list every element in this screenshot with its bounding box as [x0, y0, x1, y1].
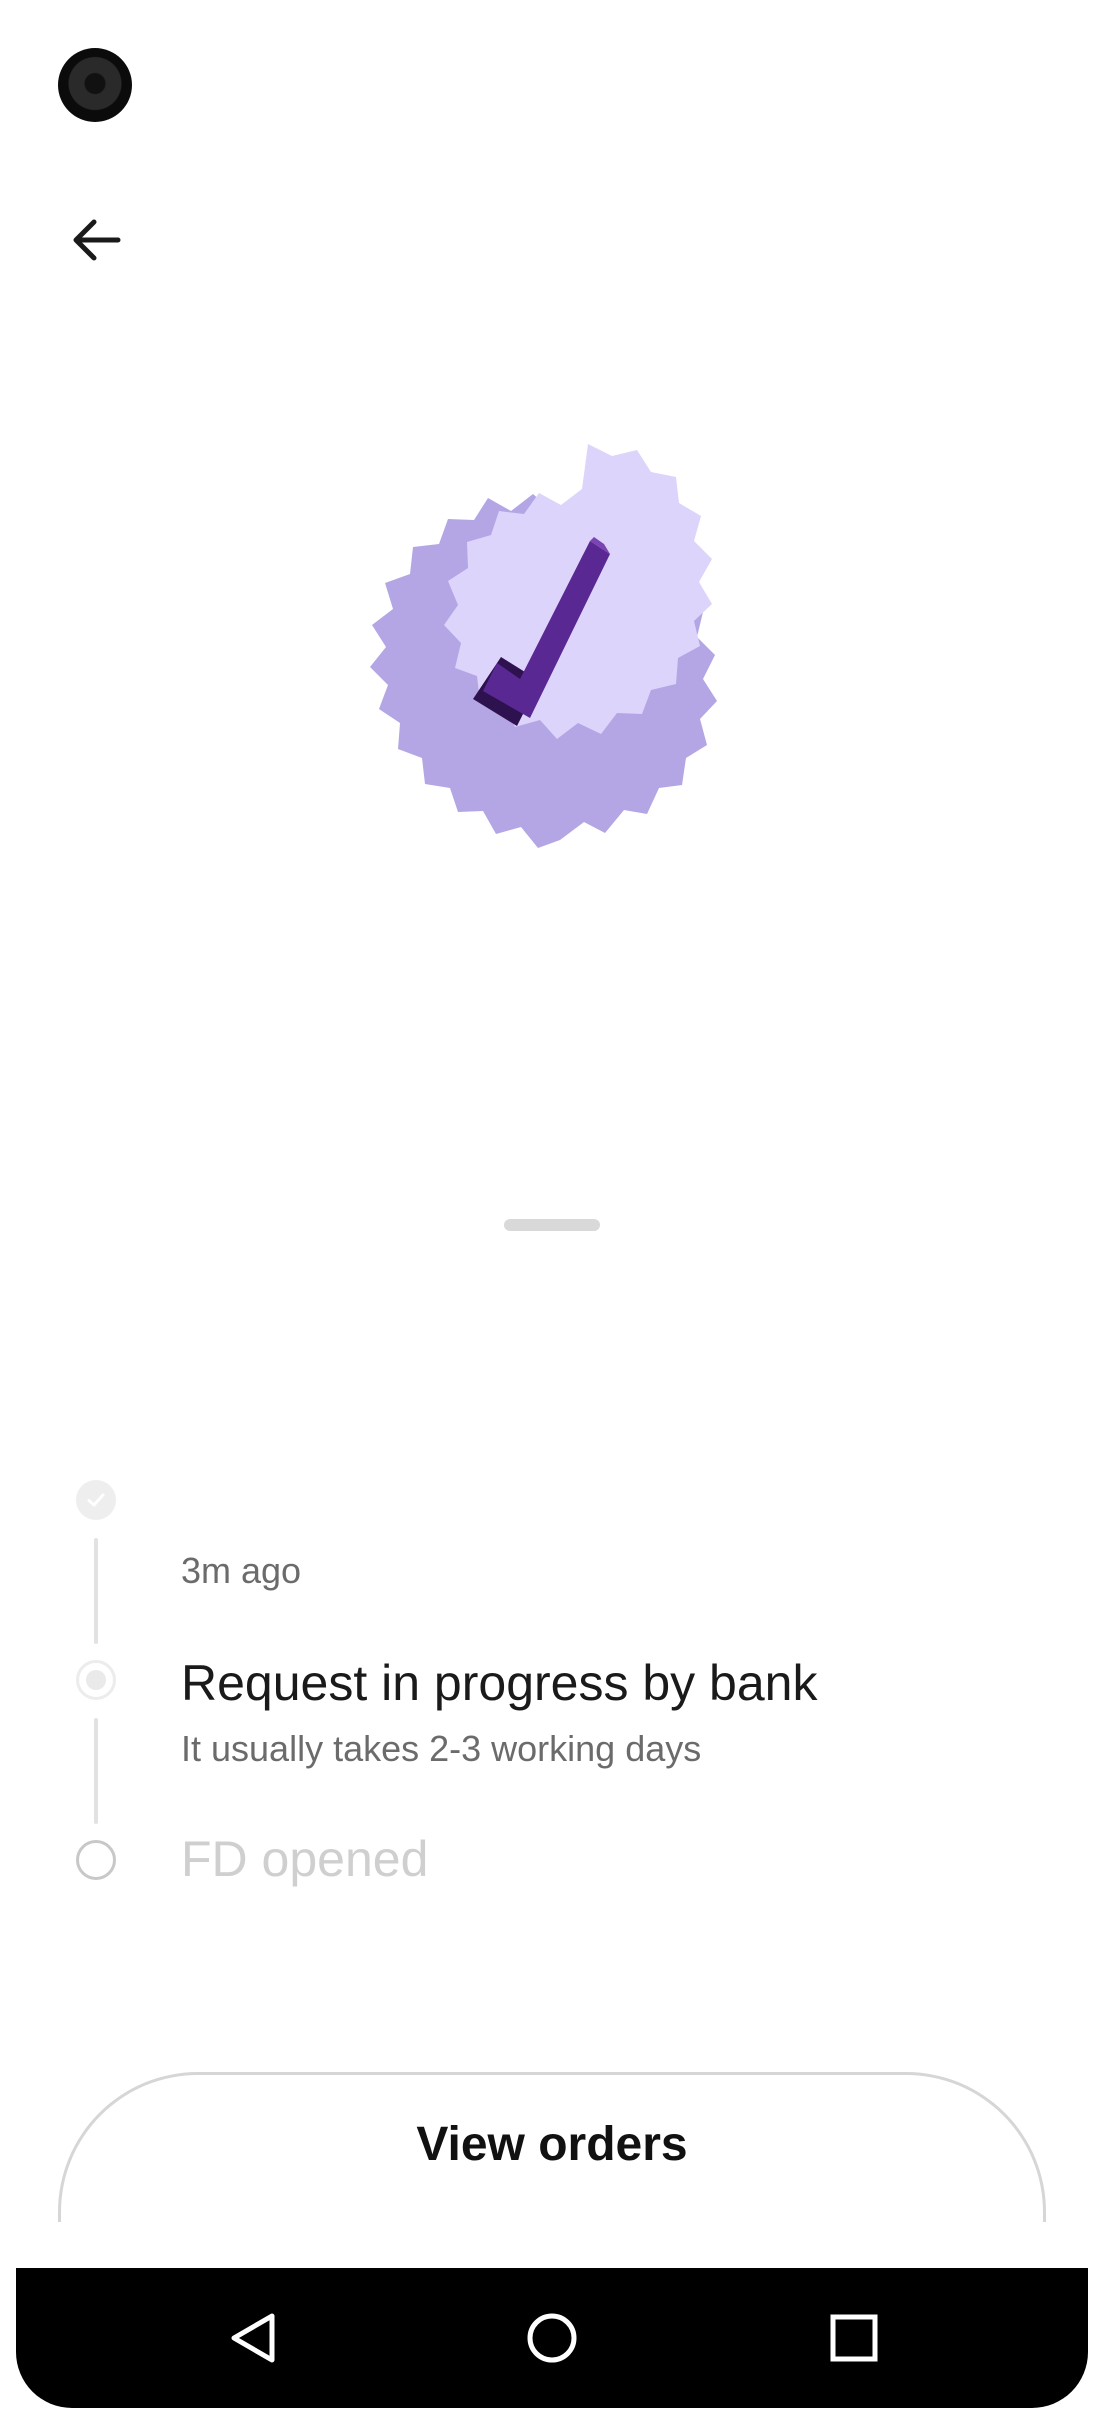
step-title-pending: FD opened — [181, 1831, 429, 1887]
step-pending-indicator — [76, 1840, 116, 1880]
order-timeline: 3m ago Request in progress by bank It us… — [0, 1470, 1104, 1890]
nav-back-icon — [231, 2313, 275, 2363]
system-navigation-bar — [16, 2268, 1088, 2408]
step-time: 3m ago — [181, 1550, 302, 1591]
check-icon — [87, 1493, 105, 1507]
nav-home-button[interactable] — [512, 2298, 592, 2378]
check-badge-icon — [370, 444, 717, 848]
view-orders-button[interactable]: View orders — [58, 2072, 1046, 2222]
step-done-indicator — [76, 1480, 116, 1520]
step-title: Request in progress by bank — [181, 1655, 818, 1711]
timeline-connector — [94, 1718, 98, 1824]
nav-recents-button[interactable] — [814, 2298, 894, 2378]
arrow-left-icon — [73, 219, 121, 261]
back-button[interactable] — [56, 200, 136, 280]
front-camera — [58, 48, 132, 122]
step-subtitle: It usually takes 2-3 working days — [181, 1728, 702, 1769]
nav-home-icon — [527, 2313, 577, 2363]
timeline-connector — [94, 1538, 98, 1644]
nav-back-button[interactable] — [214, 2298, 294, 2378]
sheet-handle[interactable] — [504, 1219, 600, 1231]
nav-recents-icon — [830, 2314, 878, 2362]
step-active-indicator — [76, 1660, 116, 1700]
